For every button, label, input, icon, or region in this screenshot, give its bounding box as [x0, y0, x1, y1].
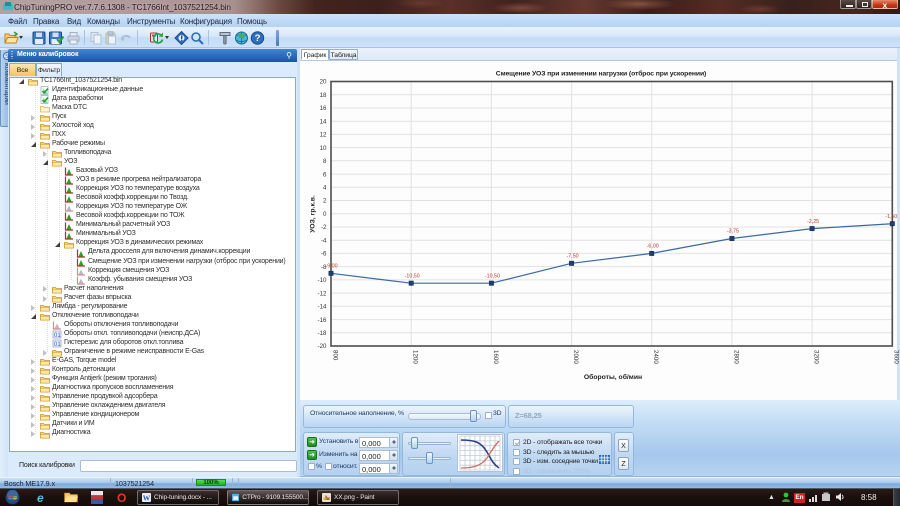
- svg-text:3200: 3200: [813, 350, 820, 364]
- svg-text:2: 2: [323, 198, 327, 205]
- svg-text:0: 0: [323, 211, 327, 218]
- svg-text:УОЗ, гр.к.в.: УОЗ, гр.к.в.: [310, 195, 317, 233]
- svg-text:4: 4: [323, 185, 327, 192]
- svg-text:800: 800: [331, 350, 338, 361]
- svg-text:W: W: [143, 494, 151, 503]
- svg-text:2000: 2000: [572, 350, 579, 364]
- svg-text:-6,00: -6,00: [647, 244, 659, 250]
- svg-text:-20: -20: [318, 343, 328, 350]
- svg-text:8: 8: [323, 158, 327, 165]
- svg-text:-12: -12: [318, 290, 328, 297]
- svg-text:3600: 3600: [893, 350, 900, 364]
- svg-text:-4: -4: [321, 237, 327, 244]
- svg-text:-2: -2: [321, 224, 327, 231]
- svg-text:18: 18: [320, 92, 327, 99]
- svg-text:10: 10: [320, 145, 327, 152]
- svg-text:Обороты, об/мин: Обороты, об/мин: [584, 373, 642, 381]
- svg-text:-10,50: -10,50: [485, 273, 500, 279]
- svg-text:-2,25: -2,25: [807, 219, 819, 225]
- svg-text:-1,50: -1,50: [885, 214, 897, 220]
- svg-text:-7,50: -7,50: [567, 254, 579, 260]
- svg-text:2400: 2400: [652, 350, 659, 364]
- svg-text:-14: -14: [318, 304, 328, 311]
- svg-text:16: 16: [320, 105, 327, 112]
- svg-text:14: 14: [320, 118, 327, 125]
- svg-text:-10: -10: [318, 277, 328, 284]
- svg-text:2800: 2800: [732, 350, 739, 364]
- svg-text:-9,00: -9,00: [325, 264, 337, 270]
- svg-text:Смещение УОЗ при изменении наг: Смещение УОЗ при изменении нагрузки (отб…: [496, 70, 706, 78]
- svg-text:1600: 1600: [492, 350, 499, 364]
- svg-text:6: 6: [323, 171, 327, 178]
- svg-text:1200: 1200: [412, 350, 419, 364]
- svg-text:-18: -18: [318, 330, 328, 337]
- svg-text:-3,75: -3,75: [727, 229, 739, 235]
- svg-text:-10,50: -10,50: [405, 273, 420, 279]
- svg-text:-6: -6: [321, 251, 327, 258]
- svg-text:12: 12: [320, 132, 327, 139]
- svg-text:-16: -16: [318, 317, 328, 324]
- svg-text:20: 20: [320, 79, 327, 86]
